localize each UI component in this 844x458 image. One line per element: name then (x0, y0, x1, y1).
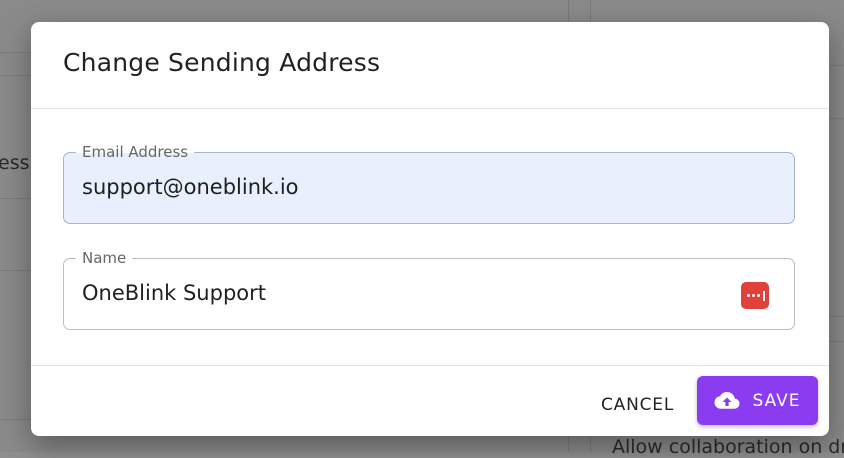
email-address-field[interactable]: Email Address (63, 143, 795, 224)
background-divider (829, 341, 844, 342)
background-divider (0, 198, 31, 199)
save-button-label: SAVE (752, 390, 801, 411)
background-text: Allow collaboration on dr (612, 436, 844, 458)
background-divider (0, 419, 31, 420)
email-address-input[interactable] (82, 175, 722, 199)
cancel-button[interactable]: CANCEL (591, 387, 684, 423)
change-sending-address-dialog: Change Sending Address Email Address Nam… (31, 22, 829, 436)
dialog-title: Change Sending Address (63, 48, 381, 77)
dialog-header-divider (31, 108, 829, 109)
background-divider (829, 118, 844, 119)
email-address-label: Email Address (76, 143, 195, 161)
background-divider (0, 270, 31, 271)
cloud-upload-icon (714, 391, 740, 409)
name-label: Name (76, 249, 133, 267)
name-field[interactable]: Name (63, 249, 795, 330)
save-button[interactable]: SAVE (697, 376, 818, 425)
dialog-actions: CANCEL SAVE (31, 367, 829, 436)
password-manager-icon[interactable] (741, 282, 769, 309)
background-divider (0, 52, 31, 53)
dialog-footer-divider (31, 365, 829, 366)
name-input[interactable] (82, 281, 722, 305)
background-divider (0, 75, 31, 76)
background-divider (829, 65, 844, 66)
background-divider (829, 316, 844, 317)
